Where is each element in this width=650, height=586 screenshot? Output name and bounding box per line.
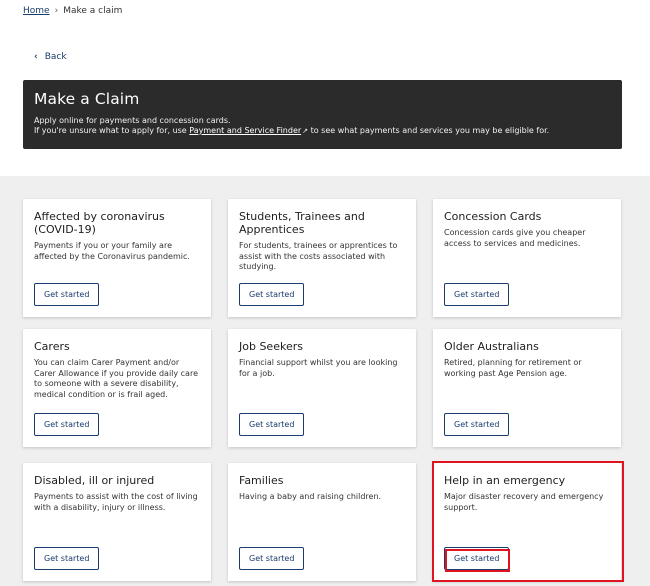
payment-service-finder-link[interactable]: Payment and Service Finder xyxy=(189,126,301,135)
card-description: Financial support whilst you are looking… xyxy=(239,358,398,378)
banner-line-2-prefix: If you're unsure what to apply for, use xyxy=(34,126,190,135)
get-started-families-button[interactable]: Get started xyxy=(239,547,305,570)
card-description: Retired, planning for retirement or work… xyxy=(444,358,582,378)
card-title: Affected by coronavirus (COVID-19) xyxy=(34,210,165,236)
chevron-left-icon: ‹ xyxy=(34,52,38,62)
card-carers: Carers You can claim Carer Payment and/o… xyxy=(23,329,211,447)
card-title: Help in an emergency xyxy=(444,474,566,487)
card-title: Students, Trainees and Apprentices xyxy=(239,210,365,236)
breadcrumb-separator: › xyxy=(54,6,59,16)
card-coronavirus: Affected by coronavirus (COVID-19) Payme… xyxy=(23,199,211,317)
card-description: Payments to assist with the cost of livi… xyxy=(34,492,198,512)
get-started-coronavirus-button[interactable]: Get started xyxy=(34,283,100,306)
page-banner: Make a Claim Apply online for payments a… xyxy=(23,80,622,149)
card-title: Older Australians xyxy=(444,340,539,353)
card-description: Having a baby and raising children. xyxy=(239,492,382,501)
card-description: Major disaster recovery and emergency su… xyxy=(444,492,604,512)
card-job-seekers: Job Seekers Financial support whilst you… xyxy=(228,329,416,447)
card-disabled: Disabled, ill or injured Payments to ass… xyxy=(23,463,211,581)
breadcrumb: Home › Make a claim xyxy=(23,6,122,16)
back-link[interactable]: ‹ Back xyxy=(34,52,67,62)
back-label: Back xyxy=(44,52,67,62)
card-description: For students, trainees or apprentices to… xyxy=(239,241,398,271)
get-started-older-australians-button[interactable]: Get started xyxy=(444,413,510,436)
card-description: You can claim Carer Payment and/or Carer… xyxy=(34,358,198,399)
card-title: Job Seekers xyxy=(239,340,303,353)
get-started-concession-button[interactable]: Get started xyxy=(444,283,510,306)
card-title: Families xyxy=(239,474,284,487)
card-emergency: Help in an emergency Major disaster reco… xyxy=(433,463,621,581)
card-older-australians: Older Australians Retired, planning for … xyxy=(433,329,621,447)
get-started-disabled-button[interactable]: Get started xyxy=(34,547,100,570)
page-title: Make a Claim xyxy=(34,90,140,108)
get-started-students-button[interactable]: Get started xyxy=(239,283,305,306)
get-started-emergency-button[interactable]: Get started xyxy=(444,547,510,570)
card-families: Families Having a baby and raising child… xyxy=(228,463,416,581)
card-description: Concession cards give you cheaper access… xyxy=(444,228,586,248)
banner-line-2-suffix: to see what payments and services you ma… xyxy=(308,126,550,135)
card-title: Disabled, ill or injured xyxy=(34,474,155,487)
card-title: Concession Cards xyxy=(444,210,542,223)
card-description: Payments if you or your family are affec… xyxy=(34,241,190,261)
get-started-carers-button[interactable]: Get started xyxy=(34,413,100,436)
card-concession: Concession Cards Concession cards give y… xyxy=(433,199,621,317)
card-title: Carers xyxy=(34,340,70,353)
banner-line-1: Apply online for payments and concession… xyxy=(34,116,231,125)
get-started-job-seekers-button[interactable]: Get started xyxy=(239,413,305,436)
breadcrumb-home-link[interactable]: Home xyxy=(23,6,50,16)
breadcrumb-current: Make a claim xyxy=(63,6,123,16)
banner-line-2: If you're unsure what to apply for, use … xyxy=(34,126,611,136)
card-students: Students, Trainees and Apprentices For s… xyxy=(228,199,416,317)
